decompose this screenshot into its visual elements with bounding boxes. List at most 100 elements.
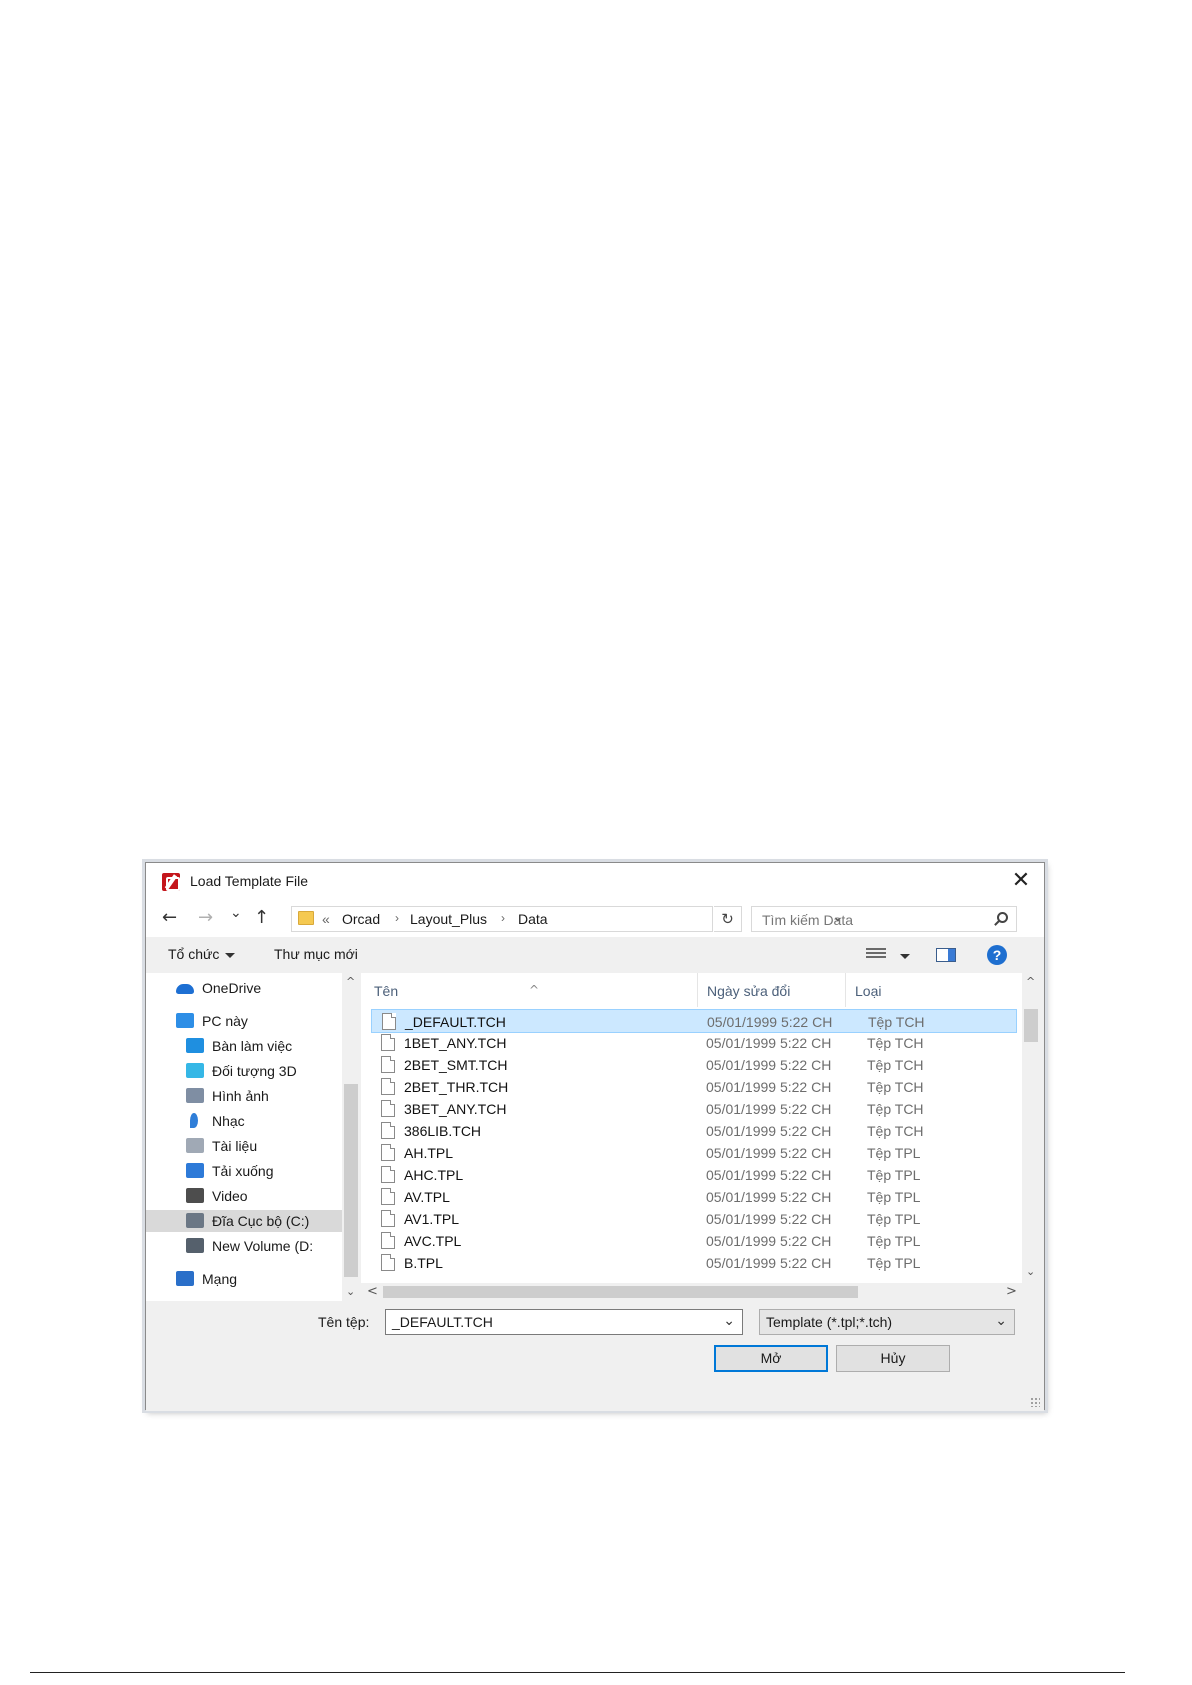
page-footer-rule (30, 1672, 1125, 1673)
file-row[interactable]: AHC.TPL 05/01/1999 5:22 CH Tệp TPL (371, 1163, 1017, 1187)
documents-icon (186, 1138, 204, 1153)
sidebar-item[interactable]: New Volume (D: (146, 1235, 342, 1257)
sidebar-item[interactable]: PC này (146, 1010, 342, 1032)
scroll-up-arrow-icon[interactable]: ^ (1026, 975, 1035, 988)
sidebar-item-label: Hình ảnh (212, 1088, 269, 1104)
scroll-down-arrow-icon[interactable]: ⌄ (1026, 1265, 1035, 1278)
scroll-down-arrow-icon[interactable]: ⌄ (346, 1285, 355, 1298)
file-name: AV.TPL (404, 1189, 450, 1205)
filename-value[interactable]: _DEFAULT.TCH (392, 1314, 493, 1330)
sidebar-item[interactable]: Đối tượng 3D (146, 1060, 342, 1082)
sidebar-item-label: Bàn làm việc (212, 1038, 293, 1054)
column-header-date-modified[interactable]: Ngày sửa đổi (698, 973, 845, 1007)
file-type: Tệp TPL (867, 1145, 921, 1161)
navigation-pane-scrollbar[interactable]: ^ ⌄ (342, 973, 360, 1301)
search-placeholder[interactable]: Tìm kiếm Data (762, 912, 853, 928)
resize-grip-icon[interactable] (1030, 1397, 1040, 1407)
breadcrumb-separator-icon[interactable]: › (501, 911, 505, 925)
file-row[interactable]: _DEFAULT.TCH 05/01/1999 5:22 CH Tệp TCH (371, 1009, 1017, 1033)
scrollbar-thumb[interactable] (383, 1286, 858, 1298)
file-icon (381, 1210, 395, 1227)
file-icon (381, 1166, 395, 1183)
chevron-down-icon[interactable]: ⌄ (723, 1313, 735, 1329)
file-list-vertical-scrollbar[interactable]: ^ ⌄ (1022, 973, 1040, 1301)
search-box[interactable]: Tìm kiếm Data (751, 906, 1017, 932)
open-button[interactable]: Mở (714, 1345, 828, 1372)
file-name: 2BET_SMT.TCH (404, 1057, 508, 1073)
file-row[interactable]: AVC.TPL 05/01/1999 5:22 CH Tệp TPL (371, 1229, 1017, 1253)
sidebar-item[interactable]: Video (146, 1185, 342, 1207)
file-type: Tệp TPL (867, 1255, 921, 1271)
file-name: 386LIB.TCH (404, 1123, 482, 1139)
scrollbar-thumb[interactable] (1024, 1009, 1038, 1042)
file-row[interactable]: 3BET_ANY.TCH 05/01/1999 5:22 CH Tệp TCH (371, 1097, 1017, 1121)
breadcrumb-layout-plus[interactable]: Layout_Plus (410, 911, 487, 927)
folder-icon (298, 911, 314, 925)
sidebar-item-label: OneDrive (202, 980, 262, 996)
breadcrumb-overflow[interactable]: « (322, 911, 330, 927)
sidebar-item[interactable]: Hình ảnh (146, 1085, 342, 1107)
sidebar-item[interactable]: Nhạc (146, 1110, 342, 1132)
close-icon[interactable]: ✕ (998, 863, 1044, 901)
music-note-icon (190, 1113, 198, 1128)
sidebar-item[interactable]: Đĩa Cục bộ (C:) (146, 1210, 342, 1232)
file-name: AV1.TPL (404, 1211, 459, 1227)
file-name: 2BET_THR.TCH (404, 1079, 509, 1095)
forward-arrow-icon[interactable]: → (198, 907, 213, 928)
file-type-value[interactable]: Template (*.tpl;*.tch) (766, 1314, 892, 1330)
cancel-button[interactable]: Hủy (836, 1345, 950, 1372)
scrollbar-thumb[interactable] (344, 1084, 358, 1277)
preview-pane-icon[interactable] (936, 948, 956, 962)
sort-ascending-icon: ^ (529, 983, 540, 997)
new-folder-button[interactable]: Thư mục mới (274, 946, 358, 962)
file-date-modified: 05/01/1999 5:22 CH (707, 1014, 833, 1030)
scroll-up-arrow-icon[interactable]: ^ (346, 975, 355, 988)
breadcrumb-data[interactable]: Data (518, 911, 548, 927)
file-row[interactable]: AV.TPL 05/01/1999 5:22 CH Tệp TPL (371, 1185, 1017, 1209)
up-arrow-icon[interactable]: ↑ (254, 907, 269, 928)
column-header-name[interactable]: Tên ^ (361, 973, 697, 1007)
breadcrumb-orcad[interactable]: Orcad (342, 911, 380, 927)
file-icon (381, 1056, 395, 1073)
recent-locations-chevron-icon[interactable]: ⌄ (230, 905, 242, 921)
file-row[interactable]: 2BET_THR.TCH 05/01/1999 5:22 CH Tệp TCH (371, 1075, 1017, 1099)
chevron-down-icon[interactable]: ⌄ (995, 1313, 1007, 1329)
file-row[interactable]: 2BET_SMT.TCH 05/01/1999 5:22 CH Tệp TCH (371, 1053, 1017, 1077)
file-list-horizontal-scrollbar[interactable]: < > (361, 1283, 1022, 1301)
file-name: B.TPL (404, 1255, 443, 1271)
file-date-modified: 05/01/1999 5:22 CH (706, 1057, 832, 1073)
file-icon (382, 1013, 396, 1030)
refresh-icon[interactable]: ↻ (714, 906, 742, 932)
view-options-button[interactable] (894, 948, 910, 966)
sidebar-item-label: Tài liệu (212, 1138, 258, 1154)
sidebar-item[interactable]: Tải xuống (146, 1160, 342, 1182)
file-row[interactable]: B.TPL 05/01/1999 5:22 CH Tệp TPL (371, 1251, 1017, 1275)
file-date-modified: 05/01/1999 5:22 CH (706, 1255, 832, 1271)
organize-menu-button[interactable]: Tổ chức (168, 946, 236, 962)
file-icon (381, 1232, 395, 1249)
back-arrow-icon[interactable]: ← (162, 907, 177, 928)
local-disk-icon (186, 1213, 204, 1228)
file-type-select[interactable]: Template (*.tpl;*.tch) ⌄ (759, 1309, 1015, 1335)
search-icon[interactable] (997, 912, 1008, 923)
filename-combobox[interactable]: _DEFAULT.TCH ⌄ (385, 1309, 743, 1335)
cube-3d-icon (186, 1063, 204, 1078)
scroll-right-arrow-icon[interactable]: > (1006, 1284, 1017, 1299)
address-bar[interactable]: « Orcad › Layout_Plus › Data ⌄ (291, 906, 844, 932)
file-row[interactable]: 1BET_ANY.TCH 05/01/1999 5:22 CH Tệp TCH (371, 1031, 1017, 1055)
sidebar-item-label: Tải xuống (212, 1163, 274, 1179)
scroll-left-arrow-icon[interactable]: < (367, 1284, 378, 1299)
file-row[interactable]: AV1.TPL 05/01/1999 5:22 CH Tệp TPL (371, 1207, 1017, 1231)
file-row[interactable]: AH.TPL 05/01/1999 5:22 CH Tệp TPL (371, 1141, 1017, 1165)
help-icon[interactable]: ? (987, 945, 1007, 965)
sidebar-item[interactable]: OneDrive (146, 977, 342, 999)
sidebar-item[interactable]: Bàn làm việc (146, 1035, 342, 1057)
column-header-type[interactable]: Loại (846, 973, 1022, 1007)
sidebar-item-label: New Volume (D: (212, 1238, 314, 1254)
change-view-icon[interactable] (866, 948, 886, 962)
breadcrumb-separator-icon[interactable]: › (395, 911, 399, 925)
sidebar-item[interactable]: Tài liệu (146, 1135, 342, 1157)
file-row[interactable]: 386LIB.TCH 05/01/1999 5:22 CH Tệp TCH (371, 1119, 1017, 1143)
sidebar-item-label: Video (212, 1188, 248, 1204)
sidebar-item[interactable]: Mạng (146, 1268, 342, 1290)
